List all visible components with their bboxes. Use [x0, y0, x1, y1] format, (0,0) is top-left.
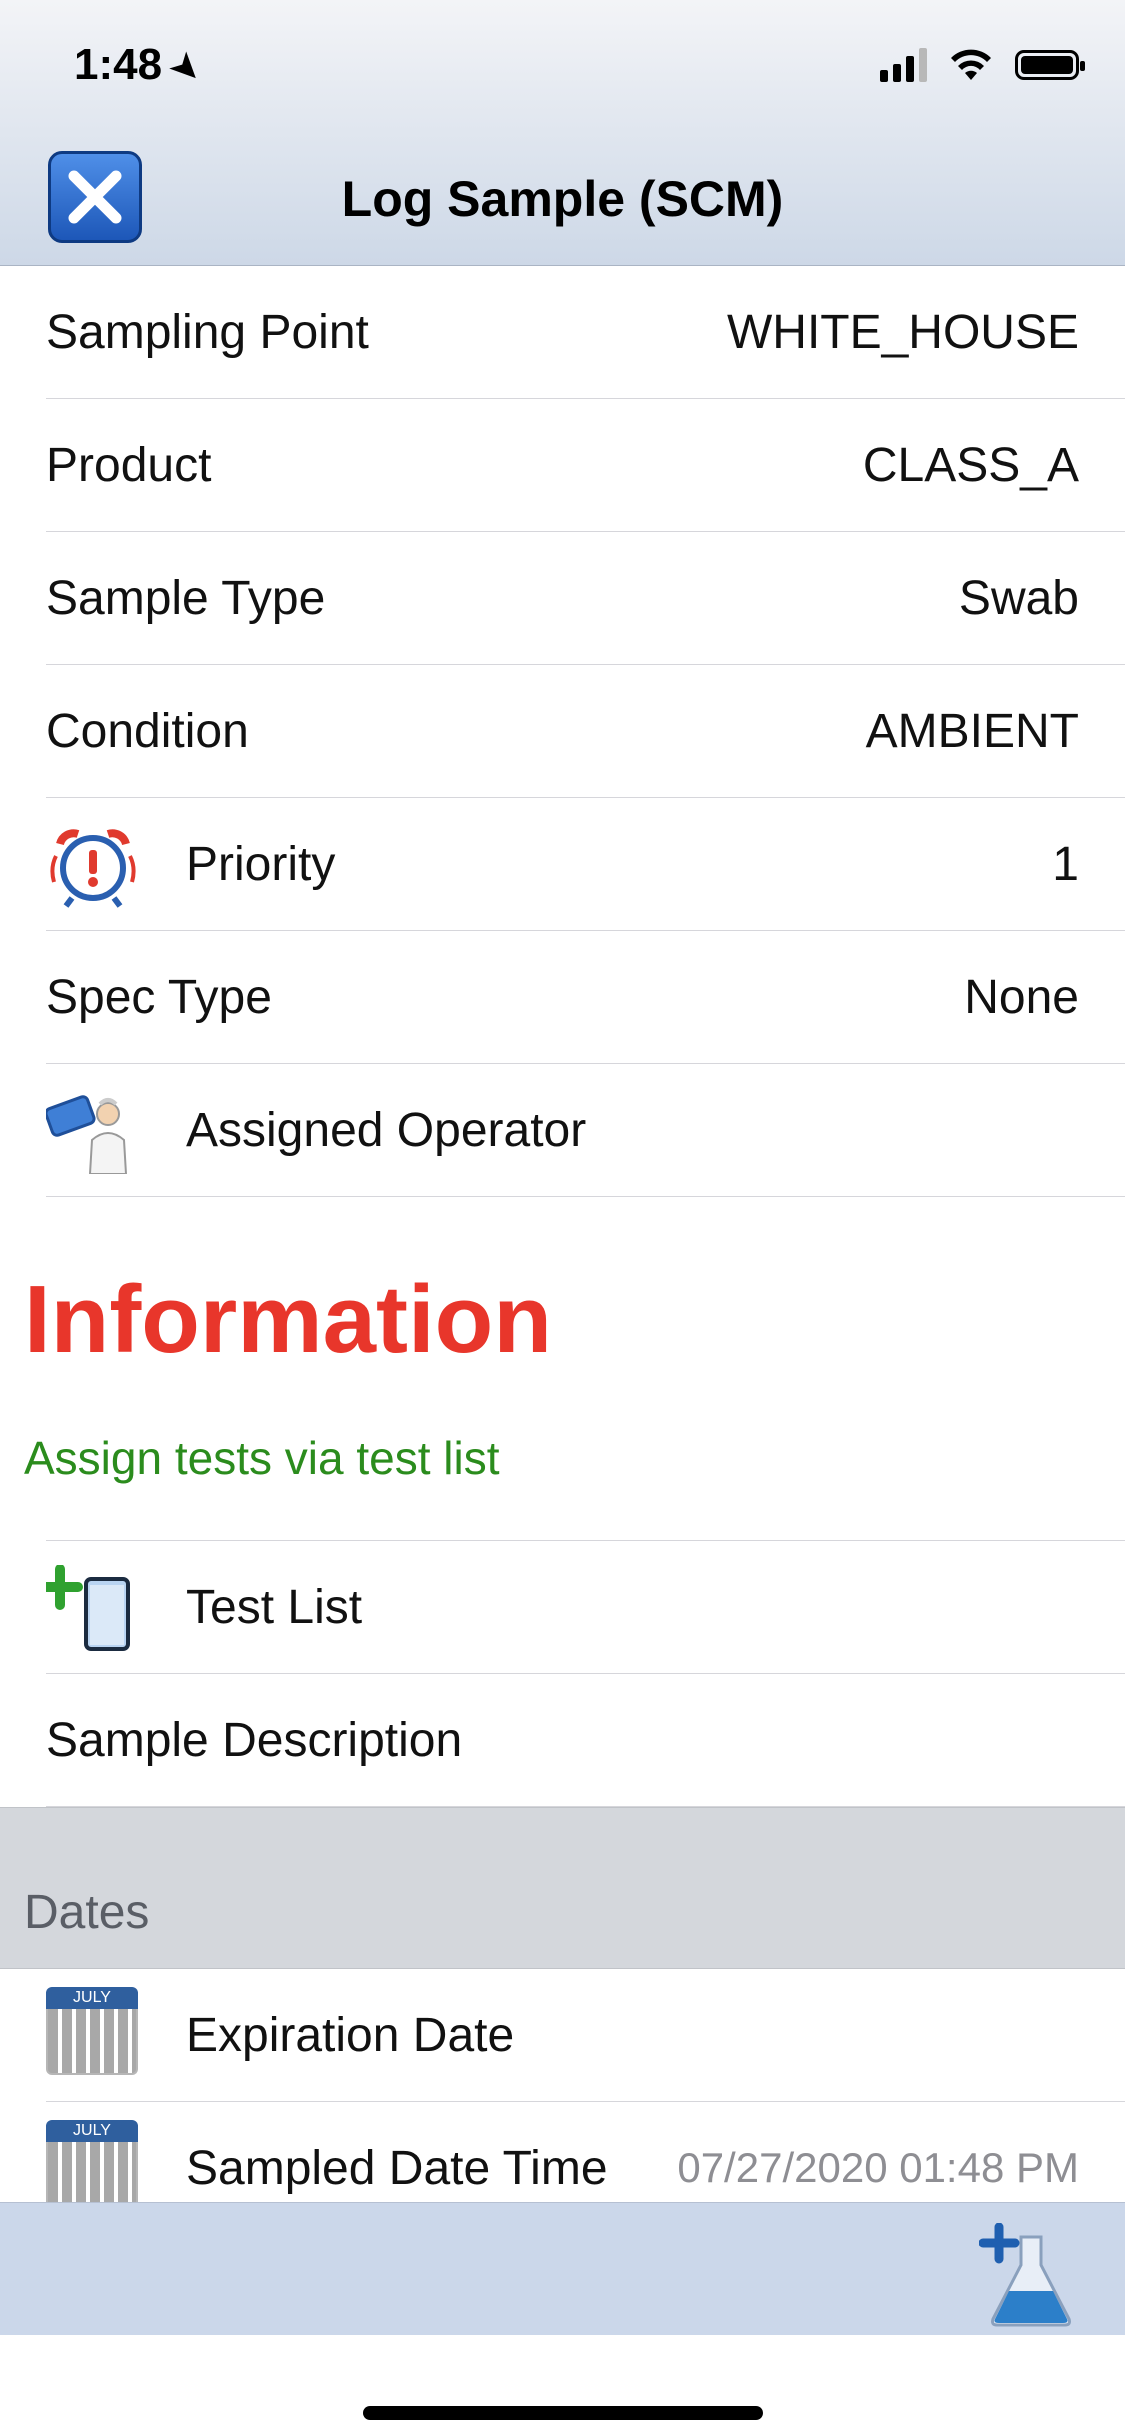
- alarm-clock-icon: [50, 829, 136, 908]
- date-row-expiration[interactable]: JULY Expiration Date: [46, 1969, 1125, 2102]
- sample-description-row[interactable]: Sample Description: [46, 1674, 1125, 1807]
- field-label: Spec Type: [46, 970, 272, 1024]
- field-label: Sample Type: [46, 571, 326, 625]
- field-label: Product: [46, 438, 212, 492]
- information-title: Information: [24, 1266, 552, 1373]
- field-label: Assigned Operator: [186, 1103, 587, 1157]
- wifi-icon: [951, 49, 991, 80]
- field-row-sampling-point[interactable]: Sampling Point WHITE_HOUSE: [46, 266, 1125, 399]
- field-value: 1: [1052, 837, 1079, 891]
- add-sample-flask-icon[interactable]: [979, 2223, 1079, 2327]
- calendar-month: JULY: [46, 2120, 138, 2142]
- information-message: Assign tests via test list: [24, 1432, 500, 1484]
- test-list-row[interactable]: Test List: [46, 1540, 1125, 1674]
- field-label: Priority: [186, 837, 336, 891]
- dates-section-header: Dates: [0, 1807, 1125, 1969]
- sample-description-label: Sample Description: [46, 1713, 463, 1767]
- test-list-label: Test List: [186, 1580, 363, 1634]
- section-label: Dates: [24, 1886, 150, 1939]
- field-row-assigned-operator[interactable]: Assigned Operator: [46, 1064, 1125, 1197]
- bottom-toolbar: [0, 2202, 1125, 2335]
- field-value: 07/27/2020 01:48 PM: [677, 2144, 1079, 2191]
- field-row-product[interactable]: Product CLASS_A: [46, 399, 1125, 532]
- field-row-sample-type[interactable]: Sample Type Swab: [46, 532, 1125, 665]
- calendar-month: JULY: [46, 1987, 138, 2009]
- page-title: Log Sample (SCM): [341, 171, 784, 227]
- operator-icon: [46, 1095, 128, 1174]
- form-content: Sampling Point WHITE_HOUSE Product CLASS…: [0, 266, 1125, 2202]
- field-row-spec-type[interactable]: Spec Type None: [46, 931, 1125, 1064]
- battery-icon: [1015, 50, 1085, 80]
- status-time: 1:48➤: [74, 40, 210, 92]
- field-label: Expiration Date: [186, 2008, 515, 2062]
- field-row-condition[interactable]: Condition AMBIENT: [46, 665, 1125, 798]
- navigation-header: 1:48➤ Log Sample (SCM): [0, 0, 1125, 266]
- field-value: CLASS_A: [862, 438, 1079, 492]
- field-value: WHITE_HOUSE: [726, 305, 1079, 359]
- field-row-priority[interactable]: Priority 1: [46, 798, 1125, 931]
- field-label: Sampled Date Time: [186, 2141, 608, 2195]
- field-label: Condition: [46, 704, 249, 758]
- field-value: AMBIENT: [865, 704, 1079, 758]
- cellular-signal-icon: [880, 48, 927, 82]
- home-indicator[interactable]: [363, 2406, 763, 2420]
- field-label: Sampling Point: [46, 305, 369, 359]
- field-value: None: [964, 970, 1079, 1024]
- field-value: Swab: [958, 571, 1079, 625]
- calendar-icon: JULY: [46, 1987, 138, 2077]
- date-row-sampled[interactable]: JULY Sampled Date Time 07/27/2020 01:48 …: [46, 2102, 1125, 2202]
- calendar-icon: JULY: [46, 2120, 138, 2202]
- status-icons: [880, 48, 1085, 82]
- test-tube-add-icon: [46, 1565, 130, 1651]
- location-arrow-icon: ➤: [162, 44, 210, 92]
